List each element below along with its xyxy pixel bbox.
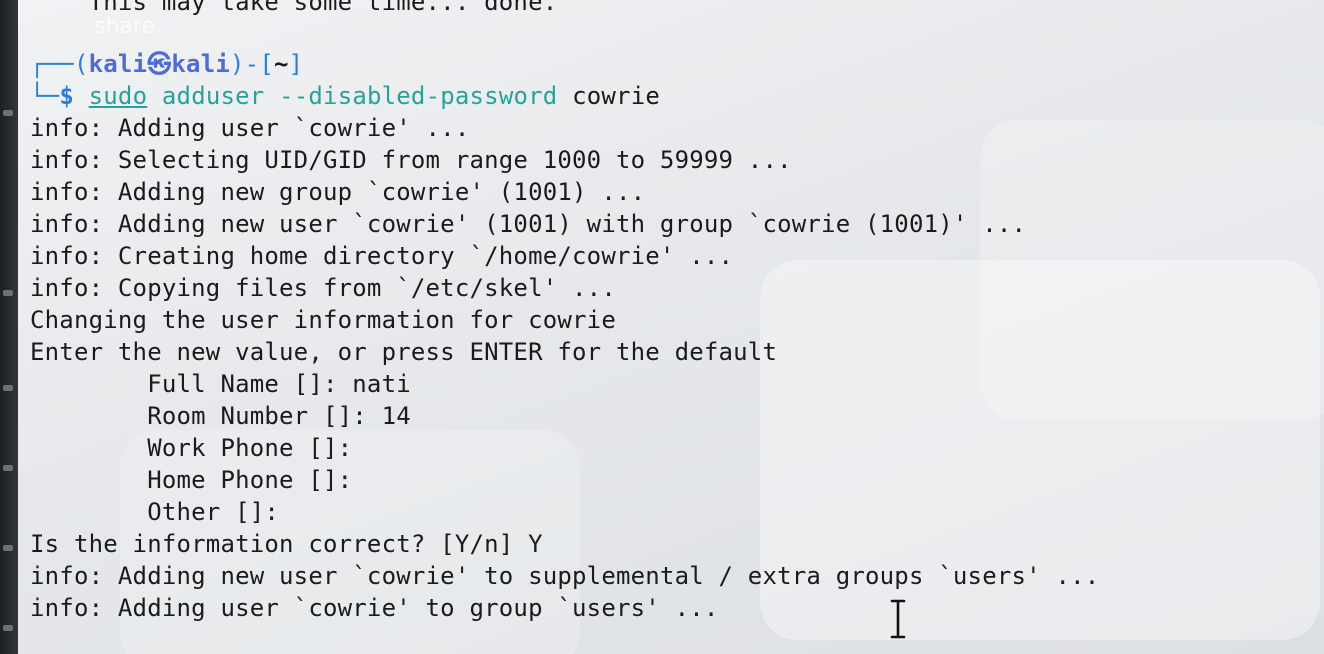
terminal-window[interactable]: This may take some time... done. ┌──(kal… (30, 0, 1320, 654)
output-line: info: Adding user `cowrie' to group `use… (30, 594, 719, 622)
output-line: info: Selecting UID/GID from range 1000 … (30, 146, 792, 174)
command-argument: cowrie (572, 82, 660, 110)
output-line: Other []: (30, 498, 280, 526)
output-line: Work Phone []: (30, 434, 353, 462)
output-line: Is the information correct? [Y/n] Y (30, 530, 543, 558)
output-line: Full Name []: nati (30, 370, 411, 398)
prompt-bracket-mid: )-[ (230, 50, 274, 78)
output-line: info: Copying files from `/etc/skel' ... (30, 274, 616, 302)
command-sudo: sudo (88, 82, 148, 110)
prompt-line-command: └─$ sudo adduser --disabled-password cow… (30, 80, 660, 112)
output-line: info: Adding new user `cowrie' (1001) wi… (30, 210, 1027, 238)
prompt-frame-top: ┌──( (30, 50, 89, 78)
command-flag: --disabled-password (279, 82, 558, 110)
output-line: info: Adding user `cowrie' ... (30, 114, 470, 142)
output-line: info: Creating home directory `/home/cow… (30, 242, 734, 270)
left-panel-edge (0, 0, 18, 654)
prompt-path: ~ (273, 50, 289, 78)
output-line: info: Adding new group `cowrie' (1001) .… (30, 178, 646, 206)
prompt-line-top: ┌──(kali㉿kali)-[~] (30, 48, 303, 80)
prompt-bracket-end: ] (288, 50, 304, 78)
output-line: Changing the user information for cowrie (30, 306, 616, 334)
text-cursor-icon (890, 599, 906, 639)
prompt-dollar: $ (59, 82, 74, 110)
prompt-user-host: kali㉿kali (88, 50, 231, 78)
prompt-frame-bottom: └─ (30, 82, 60, 110)
output-line: Room Number []: 14 (30, 402, 411, 430)
output-line: Enter the new value, or press ENTER for … (30, 338, 778, 366)
command-adduser: adduser (161, 82, 265, 110)
partial-output-line: This may take some time... done. (30, 0, 558, 16)
output-line: Home Phone []: (30, 466, 353, 494)
output-line: info: Adding new user `cowrie' to supple… (30, 562, 1100, 590)
